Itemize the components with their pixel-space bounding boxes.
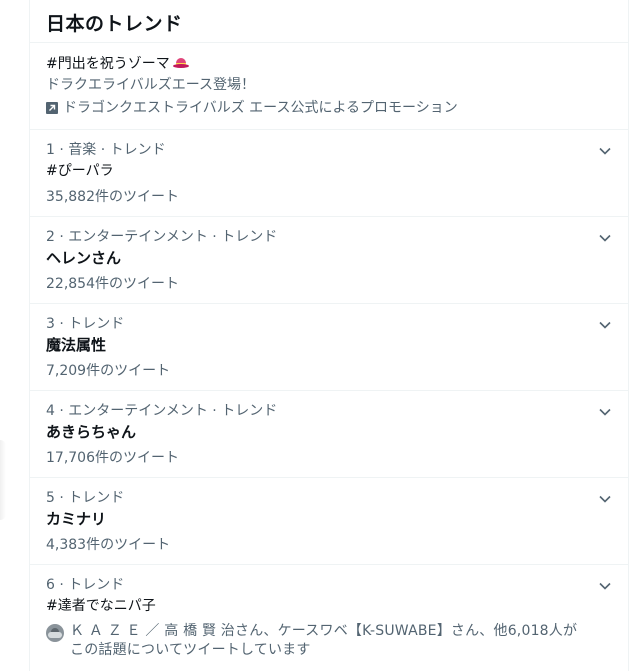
trend-meta: 5 · トレンド <box>46 490 125 506</box>
promoted-trend[interactable]: #門出を祝うゾーマ ドラクエライバルズエース登場！ ドラゴンクエストライバルズ … <box>30 43 628 130</box>
left-gutter <box>0 0 29 671</box>
chevron-down-icon[interactable] <box>596 403 614 421</box>
trend-tweet-count: 22,854件のツイート <box>46 276 179 292</box>
trend-tweet-count: 35,882件のツイート <box>46 189 179 205</box>
trend-meta: 1 · 音楽 · トレンド <box>46 142 166 158</box>
chevron-down-icon[interactable] <box>596 229 614 247</box>
chevron-down-icon[interactable] <box>596 142 614 160</box>
trend-meta: 6 · トレンド <box>46 577 125 593</box>
trend-context-text: Ｋ Ａ Ｚ Ｅ ／ 高 橋 賢 治さん、ケースワベ【K-SUWABE】さん、他6… <box>70 622 577 660</box>
left-panel-edge <box>0 440 6 520</box>
trend-item-6[interactable]: 6 · トレンド #達者でなニパ子 Ｋ Ａ Ｚ Ｅ ／ 高 橋 賢 治さん、ケー… <box>30 565 628 671</box>
trend-tweet-count: 7,209件のツイート <box>46 363 171 379</box>
trend-item-4[interactable]: 4 · エンターテインメント · トレンド あきらちゃん 17,706件のツイー… <box>30 391 628 478</box>
trends-header: 日本のトレンド <box>30 0 628 43</box>
trend-tweet-count: 17,706件のツイート <box>46 450 179 466</box>
trend-item-2[interactable]: 2 · エンターテインメント · トレンド ヘレンさん 22,854件のツイート <box>30 217 628 304</box>
trend-name: ヘレンさん <box>46 249 122 267</box>
promoted-arrow-icon <box>46 102 58 114</box>
trend-item-5[interactable]: 5 · トレンド カミナリ 4,383件のツイート <box>30 478 628 565</box>
trend-name: #ぴーパラ <box>46 163 114 179</box>
promoted-by-row: ドラゴンクエストライバルズ エース公式によるプロモーション <box>46 98 612 118</box>
trend-meta: 4 · エンターテインメント · トレンド <box>46 403 278 419</box>
trend-context-line: Ｋ Ａ Ｚ Ｅ ／ 高 橋 賢 治さん、ケースワベ【K-SUWABE】さん、他6… <box>70 623 578 639</box>
trend-meta: 3 · トレンド <box>46 316 125 332</box>
trend-name: 魔法属性 <box>46 336 107 354</box>
trend-meta: 2 · エンターテインメント · トレンド <box>46 229 278 245</box>
chevron-down-icon[interactable] <box>596 490 614 508</box>
trend-context-line: この話題についてツイートしています <box>70 642 311 658</box>
trend-name: あきらちゃん <box>46 423 137 441</box>
promoted-description: ドラクエライバルズエース登場！ <box>46 77 256 93</box>
trend-name: #達者でなニパ子 <box>46 598 156 614</box>
trend-name: カミナリ <box>46 510 107 528</box>
trend-context: Ｋ Ａ Ｚ Ｅ ／ 高 橋 賢 治さん、ケースワベ【K-SUWABE】さん、他6… <box>46 622 612 660</box>
trend-item-3[interactable]: 3 · トレンド 魔法属性 7,209件のツイート <box>30 304 628 391</box>
promoted-hashtag: #門出を祝うゾーマ <box>46 56 170 72</box>
promoted-hashtag-row: #門出を祝うゾーマ <box>46 55 612 73</box>
chevron-down-icon[interactable] <box>596 316 614 334</box>
party-cap-icon <box>172 57 190 71</box>
avatar <box>46 624 64 642</box>
trend-tweet-count: 4,383件のツイート <box>46 537 171 553</box>
chevron-down-icon[interactable] <box>596 577 614 595</box>
trends-title: 日本のトレンド <box>46 13 183 35</box>
trends-panel: 日本のトレンド #門出を祝うゾーマ ドラクエライバルズエース登場！ ドラゴンクエ… <box>29 0 629 671</box>
trend-item-1[interactable]: 1 · 音楽 · トレンド #ぴーパラ 35,882件のツイート <box>30 130 628 217</box>
promoted-by-text: ドラゴンクエストライバルズ エース公式によるプロモーション <box>63 100 458 116</box>
